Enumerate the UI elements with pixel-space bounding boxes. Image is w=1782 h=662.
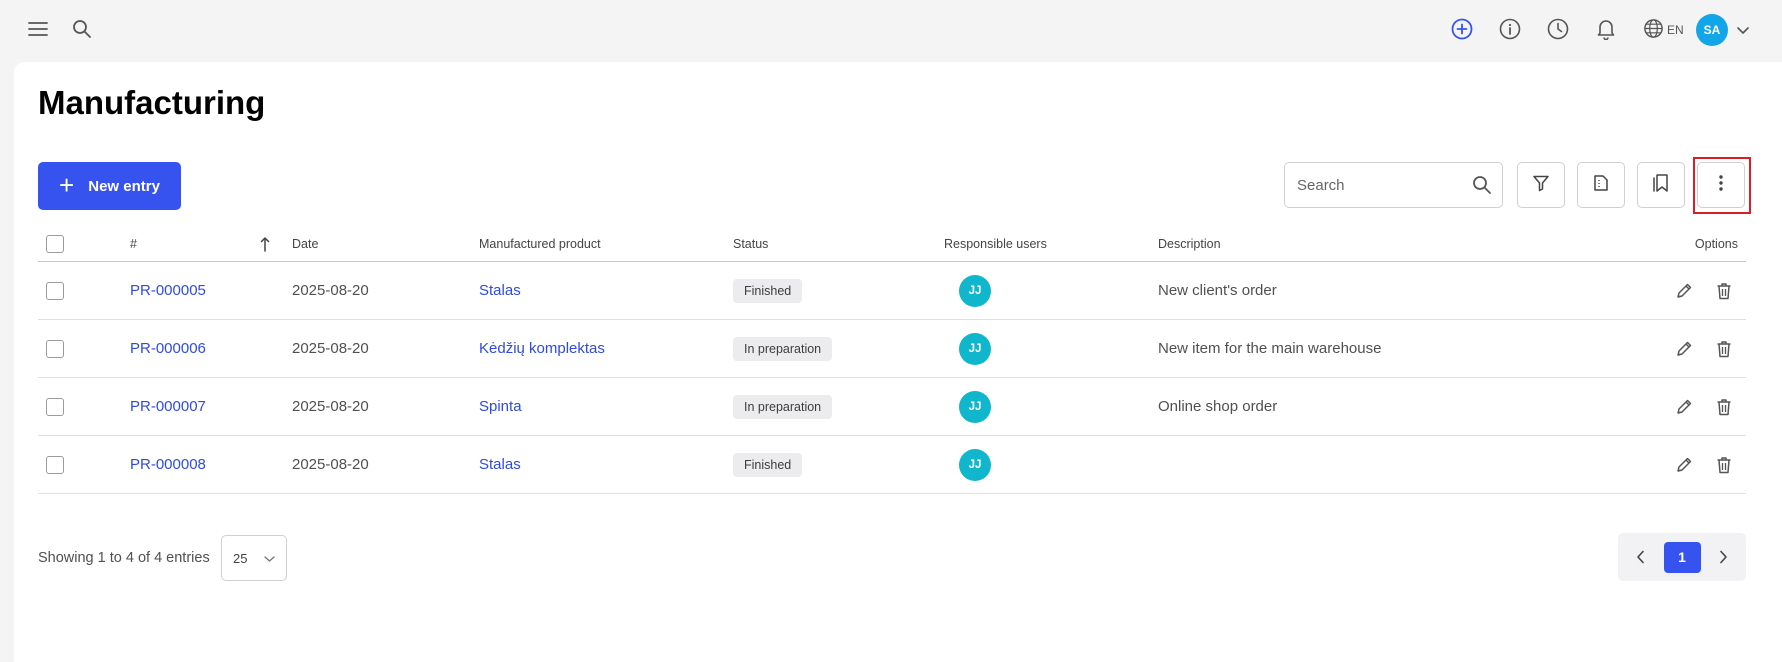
pagination: 1	[1618, 533, 1746, 581]
edit-icon[interactable]	[1670, 393, 1698, 421]
entry-date: 2025-08-20	[292, 456, 369, 473]
new-entry-button[interactable]: + New entry	[38, 162, 181, 210]
entry-number-link[interactable]: PR-000005	[130, 262, 206, 319]
entry-number-link[interactable]: PR-000008	[130, 436, 206, 493]
user-avatar[interactable]: JJ	[959, 390, 991, 423]
product-link[interactable]: Stalas	[479, 436, 521, 493]
language-selector[interactable]: EN	[1643, 16, 1684, 44]
entry-description: New item for the main warehouse	[1158, 340, 1382, 357]
entry-date: 2025-08-20	[292, 398, 369, 415]
col-number[interactable]: #	[130, 226, 137, 261]
highlight-box	[1693, 157, 1751, 214]
filter-button[interactable]	[1517, 162, 1565, 208]
chevron-down-icon	[264, 551, 275, 566]
row-checkbox[interactable]	[46, 397, 64, 416]
product-link[interactable]: Stalas	[479, 262, 521, 319]
page-size-value: 25	[233, 550, 248, 566]
col-date[interactable]: Date	[292, 226, 318, 261]
select-all-checkbox[interactable]	[46, 234, 64, 253]
edit-icon[interactable]	[1670, 277, 1698, 305]
bookmarks-button[interactable]	[1637, 162, 1685, 208]
entry-date: 2025-08-20	[292, 340, 369, 357]
info-icon[interactable]	[1495, 14, 1525, 44]
trash-icon[interactable]	[1710, 393, 1738, 421]
main-card: Manufacturing + New entry #	[14, 62, 1782, 662]
page-title: Manufacturing	[38, 84, 266, 121]
search-icon[interactable]	[1472, 175, 1492, 195]
page-size-select[interactable]: 25	[221, 535, 287, 581]
col-options: Options	[1694, 236, 1738, 251]
edit-icon[interactable]	[1670, 451, 1698, 479]
entry-number-link[interactable]: PR-000006	[130, 320, 206, 377]
showing-entries-text: Showing 1 to 4 of 4 entries	[38, 550, 210, 566]
user-avatar[interactable]: JJ	[959, 274, 991, 307]
prev-page-button[interactable]	[1628, 544, 1654, 570]
manufacturing-table: # Date Manufactured product Status Respo…	[38, 226, 1746, 494]
user-avatar[interactable]: JJ	[959, 448, 991, 481]
table-body: PR-000005 2025-08-20 Stalas Finished JJ …	[38, 262, 1746, 494]
col-users[interactable]: Responsible users	[944, 226, 1047, 261]
language-code: EN	[1667, 23, 1684, 37]
columns-button[interactable]	[1577, 162, 1625, 208]
row-checkbox[interactable]	[46, 455, 64, 474]
entry-date: 2025-08-20	[292, 282, 369, 299]
status-badge: In preparation	[733, 394, 833, 419]
plus-icon: +	[59, 170, 75, 200]
add-circle-icon[interactable]	[1447, 14, 1477, 44]
entry-description: New client's order	[1158, 282, 1277, 299]
menu-icon[interactable]	[23, 14, 53, 44]
status-badge: Finished	[733, 278, 803, 303]
sort-arrow-icon[interactable]	[260, 226, 270, 261]
search-input[interactable]	[1295, 175, 1469, 195]
row-checkbox[interactable]	[46, 281, 64, 300]
bookmarks-icon	[1652, 173, 1670, 198]
new-entry-label: New entry	[88, 177, 160, 195]
search-box[interactable]	[1284, 162, 1503, 208]
search-icon[interactable]	[67, 14, 97, 44]
next-page-button[interactable]	[1711, 544, 1737, 570]
col-description[interactable]: Description	[1158, 226, 1221, 261]
filter-icon	[1532, 174, 1550, 197]
table-row[interactable]: PR-000008 2025-08-20 Stalas Finished JJ	[38, 436, 1746, 494]
trash-icon[interactable]	[1710, 451, 1738, 479]
top-bar: EN SA	[0, 0, 1782, 60]
table-row[interactable]: PR-000006 2025-08-20 Kėdžių komplektas I…	[38, 320, 1746, 378]
entry-number-link[interactable]: PR-000007	[130, 378, 206, 435]
row-checkbox[interactable]	[46, 339, 64, 358]
product-link[interactable]: Kėdžių komplektas	[479, 320, 605, 377]
bell-icon[interactable]	[1591, 14, 1621, 44]
table-row[interactable]: PR-000005 2025-08-20 Stalas Finished JJ …	[38, 262, 1746, 320]
chevron-down-icon[interactable]	[1733, 20, 1753, 40]
product-link[interactable]: Spinta	[479, 378, 522, 435]
status-badge: In preparation	[733, 336, 833, 361]
table-header: # Date Manufactured product Status Respo…	[38, 226, 1746, 262]
col-product[interactable]: Manufactured product	[479, 226, 601, 261]
columns-icon	[1592, 174, 1610, 197]
user-avatar[interactable]: JJ	[959, 332, 991, 365]
edit-icon[interactable]	[1670, 335, 1698, 363]
col-status[interactable]: Status	[733, 226, 768, 261]
trash-icon[interactable]	[1710, 335, 1738, 363]
clock-icon[interactable]	[1543, 14, 1573, 44]
page-number-current[interactable]: 1	[1663, 541, 1701, 573]
entry-description: Online shop order	[1158, 398, 1278, 415]
status-badge: Finished	[733, 452, 803, 477]
globe-icon	[1643, 18, 1664, 42]
table-row[interactable]: PR-000007 2025-08-20 Spinta In preparati…	[38, 378, 1746, 436]
trash-icon[interactable]	[1710, 277, 1738, 305]
user-avatar[interactable]: SA	[1696, 14, 1728, 46]
